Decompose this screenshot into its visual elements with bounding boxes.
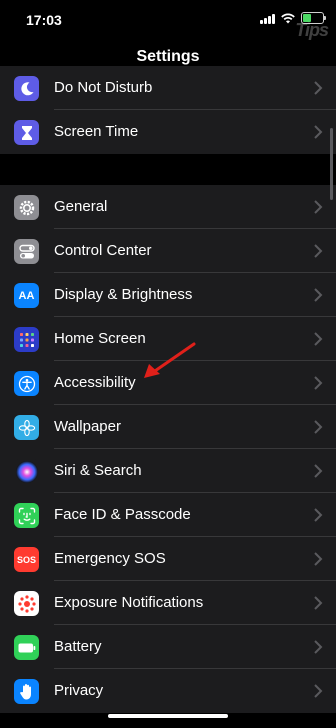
accessibility-icon [14,371,39,396]
row-label: Privacy [54,682,104,699]
annotation-arrow-icon [144,342,196,378]
chevron-right-icon [314,508,323,522]
chevron-right-icon [314,288,323,302]
row-label: General [54,198,108,215]
status-time: 17:03 [26,12,62,28]
chevron-right-icon [314,640,323,654]
row-general[interactable]: General [0,185,336,229]
chevron-right-icon [314,376,323,390]
row-label: Do Not Disturb [54,79,153,96]
exposure-icon [14,591,39,616]
row-do-not-disturb[interactable]: Do Not Disturb [0,66,336,110]
row-label: Siri & Search [54,462,142,479]
flower-icon [14,415,39,440]
chevron-right-icon [314,332,323,346]
row-emergency-sos[interactable]: SOS Emergency SOS [0,537,336,581]
sos-icon: SOS [14,547,39,572]
row-label: Screen Time [54,123,139,140]
wifi-icon [281,13,295,23]
row-privacy[interactable]: Privacy [0,669,336,713]
watermark-logo: Tips [295,20,329,40]
chevron-right-icon [314,125,323,139]
home-indicator[interactable] [108,714,228,718]
row-wallpaper[interactable]: Wallpaper [0,405,336,449]
row-display-brightness[interactable]: AA Display & Brightness [0,273,336,317]
scroll-indicator[interactable] [330,128,333,200]
row-battery[interactable]: Battery [0,625,336,669]
gear-icon [14,195,39,220]
chevron-right-icon [314,684,323,698]
hourglass-icon [14,120,39,145]
home-grid-icon [14,327,39,352]
row-label: Control Center [54,242,152,259]
row-label: Battery [54,638,102,655]
moon-icon [14,76,39,101]
row-label: Accessibility [54,374,136,391]
row-label: Face ID & Passcode [54,506,191,523]
row-label: Display & Brightness [54,286,193,303]
display-aa-icon: AA [14,283,39,308]
siri-icon [14,459,39,484]
chevron-right-icon [314,200,323,214]
row-label: Emergency SOS [54,550,166,567]
chevron-right-icon [314,552,323,566]
status-bar: 17:03 Tips [0,0,336,40]
row-screen-time[interactable]: Screen Time [0,110,336,154]
cellular-signal-icon [260,13,275,24]
row-label: Exposure Notifications [54,594,204,611]
row-siri-search[interactable]: Siri & Search [0,449,336,493]
chevron-right-icon [314,81,323,95]
settings-group-main: General Control Center AA Display & Brig… [0,185,336,713]
chevron-right-icon [314,420,323,434]
row-label: Wallpaper [54,418,121,435]
row-control-center[interactable]: Control Center [0,229,336,273]
toggles-icon [14,239,39,264]
battery-icon [14,635,39,660]
chevron-right-icon [314,244,323,258]
chevron-right-icon [314,596,323,610]
chevron-right-icon [314,464,323,478]
face-id-icon [14,503,39,528]
settings-group-focus: Do Not Disturb Screen Time [0,66,336,154]
hand-icon [14,679,39,704]
row-exposure-notifications[interactable]: Exposure Notifications [0,581,336,625]
page-title: Settings [136,48,200,65]
row-label: Home Screen [54,330,146,347]
row-face-id-passcode[interactable]: Face ID & Passcode [0,493,336,537]
